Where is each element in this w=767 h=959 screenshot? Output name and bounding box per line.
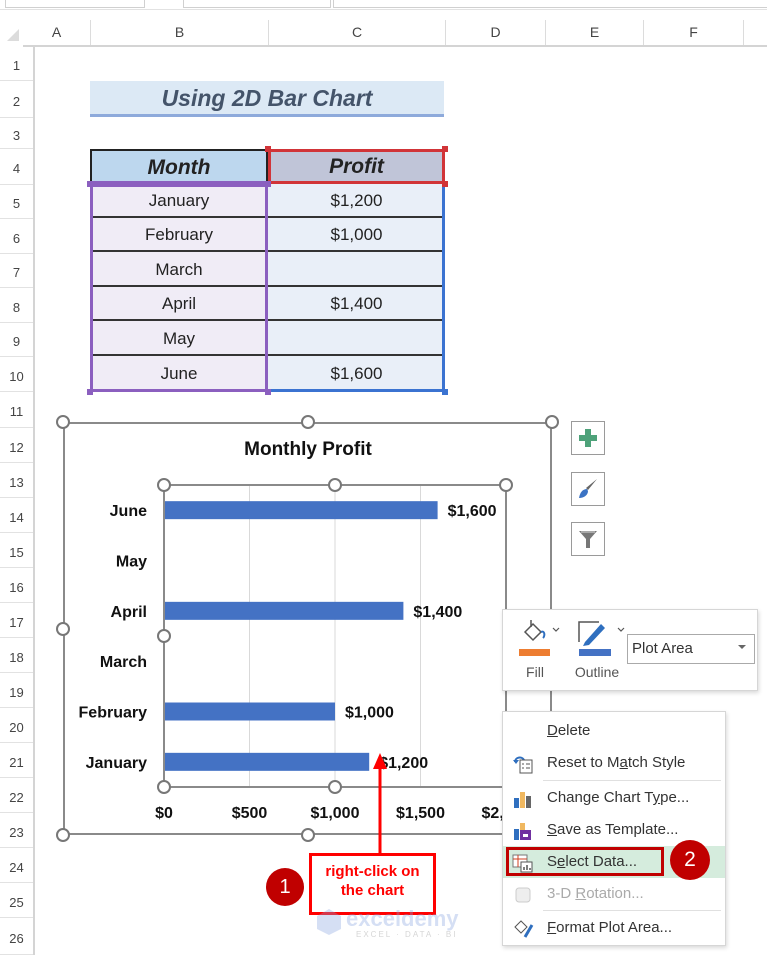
chart-styles-button[interactable] bbox=[571, 472, 605, 506]
annotation-text: right-click on the chart bbox=[325, 863, 420, 899]
resize-handle[interactable] bbox=[328, 780, 342, 794]
chevron-down-icon bbox=[552, 627, 560, 632]
resize-handle[interactable] bbox=[157, 478, 171, 492]
plus-icon bbox=[579, 429, 597, 447]
data-label: $1,000 bbox=[345, 705, 394, 722]
resize-handle[interactable] bbox=[328, 478, 342, 492]
step-badge-2: 2 bbox=[670, 840, 710, 880]
resize-handle[interactable] bbox=[157, 780, 171, 794]
reset-style-icon bbox=[512, 754, 533, 774]
bar-february bbox=[165, 702, 335, 721]
menu-item-reset-to-match-style[interactable]: Reset to Match Style bbox=[503, 747, 725, 779]
exceldemy-logo-icon bbox=[317, 909, 341, 935]
x-tick-label: $1,500 bbox=[396, 805, 445, 822]
category-label: April bbox=[111, 604, 147, 621]
chart-filters-button[interactable] bbox=[571, 522, 605, 556]
chevron-down-icon bbox=[617, 627, 625, 632]
mini-toolbar: Fill Outline Plot Area bbox=[502, 609, 758, 691]
context-menu: Delete Reset to Match Style Change Chart T… bbox=[502, 711, 726, 946]
resize-handle[interactable] bbox=[56, 622, 70, 636]
menu-item-label: Reset to Match Style bbox=[547, 754, 686, 771]
highlight-box bbox=[506, 847, 664, 876]
fill-color-swatch bbox=[519, 649, 550, 656]
brush-icon bbox=[579, 479, 597, 498]
outline-label: Outline bbox=[574, 664, 620, 680]
watermark-brand: exceldemy bbox=[346, 906, 459, 931]
menu-item-3-d-rotation: 3-D Rotation... bbox=[503, 878, 725, 910]
x-tick-label: $0 bbox=[155, 805, 173, 822]
chart-title: Monthly Profit bbox=[244, 439, 372, 460]
menu-item-label: Format Plot Area... bbox=[547, 919, 673, 936]
menu-item-label: Change Chart Type... bbox=[547, 789, 690, 806]
annotation-arrow bbox=[373, 753, 387, 853]
filter-icon bbox=[579, 531, 597, 548]
menu-separator bbox=[543, 780, 721, 781]
resize-handle[interactable] bbox=[499, 478, 513, 492]
data-label: $1,600 bbox=[448, 503, 497, 520]
category-label: June bbox=[110, 503, 147, 520]
resize-handle[interactable] bbox=[301, 828, 315, 842]
dropdown-arrow-icon[interactable] bbox=[738, 645, 746, 649]
chart-elements-button[interactable] bbox=[571, 421, 605, 455]
data-label: $1,400 bbox=[413, 604, 462, 621]
menu-item-label: Save as Template... bbox=[547, 821, 679, 838]
3d-rotation-icon bbox=[512, 885, 532, 903]
watermark-tagline: EXCEL · DATA · BI bbox=[356, 930, 458, 939]
bar-january bbox=[165, 752, 370, 771]
menu-item-label: Delete bbox=[547, 722, 591, 739]
chart-element-select[interactable]: Plot Area bbox=[627, 634, 755, 664]
step-badge-1: 1 bbox=[266, 868, 304, 906]
chart-element-select-value: Plot Area bbox=[632, 640, 693, 657]
paint-bucket-icon bbox=[523, 620, 560, 642]
category-label: February bbox=[79, 705, 148, 722]
bar-april bbox=[165, 601, 404, 620]
outline-color-swatch bbox=[579, 649, 611, 656]
chart-type-icon bbox=[512, 789, 532, 808]
menu-item-label: 3-D Rotation... bbox=[547, 885, 644, 902]
category-label: May bbox=[116, 554, 147, 571]
resize-handle[interactable] bbox=[56, 828, 70, 842]
category-label: March bbox=[100, 654, 147, 671]
resize-handle[interactable] bbox=[301, 415, 315, 429]
outline-button[interactable]: Outline bbox=[569, 618, 625, 680]
x-tick-label: $500 bbox=[232, 805, 268, 822]
menu-item-change-chart-type[interactable]: Change Chart Type... bbox=[503, 782, 725, 814]
category-label: January bbox=[86, 755, 147, 772]
menu-item-delete[interactable]: Delete bbox=[503, 715, 725, 747]
save-template-icon bbox=[512, 821, 532, 840]
menu-separator bbox=[543, 910, 721, 911]
format-plot-area-icon bbox=[512, 919, 534, 938]
x-tick-label: $1,000 bbox=[311, 805, 360, 822]
fill-button[interactable]: Fill bbox=[517, 618, 563, 680]
resize-handle[interactable] bbox=[545, 415, 559, 429]
pen-outline-icon bbox=[578, 621, 625, 646]
resize-handle[interactable] bbox=[157, 629, 171, 643]
menu-item-format-plot-area[interactable]: Format Plot Area... bbox=[503, 912, 725, 944]
resize-handle[interactable] bbox=[56, 415, 70, 429]
fill-label: Fill bbox=[526, 664, 544, 680]
bar-june bbox=[165, 501, 438, 520]
